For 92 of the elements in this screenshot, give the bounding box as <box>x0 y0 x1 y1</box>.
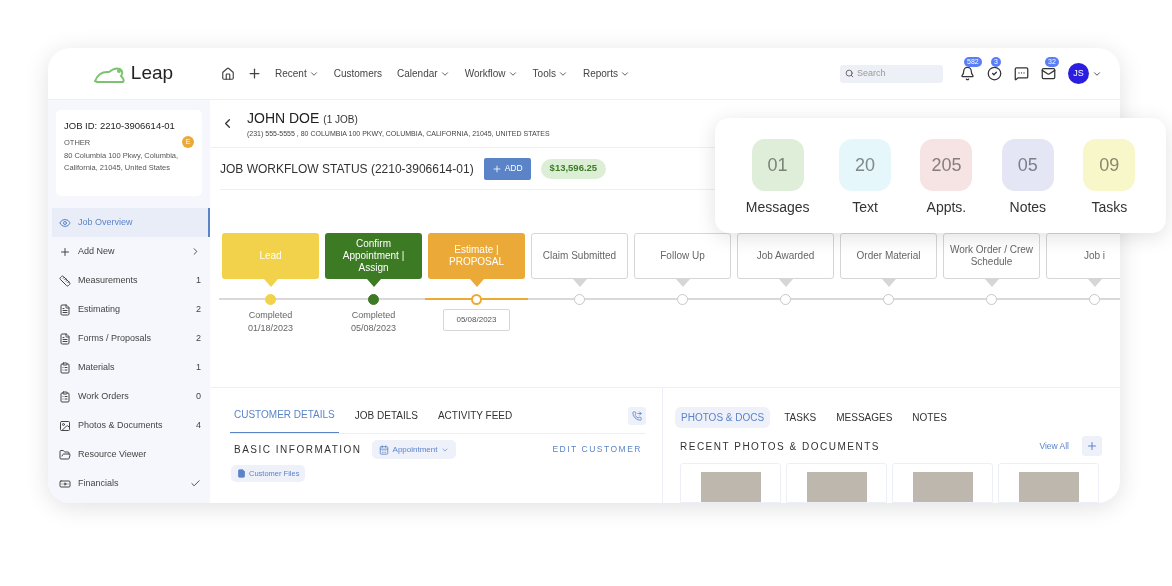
plus-icon <box>59 245 71 258</box>
pointer-icon <box>778 279 793 287</box>
item-count: 1 <box>196 360 201 374</box>
calendar-icon <box>378 444 389 455</box>
pointer-icon <box>366 279 381 287</box>
ruler-icon <box>59 274 71 287</box>
clipboard-icon <box>59 361 71 374</box>
sidebar-item[interactable]: Add New <box>52 237 210 266</box>
appointment-dropdown[interactable]: Appointment <box>371 440 457 459</box>
section-title: RECENT PHOTOS & DOCUMENTS <box>680 439 880 454</box>
stage-date: 05/08/2023 <box>350 321 396 335</box>
amount-badge: $13,596.25 <box>540 158 607 179</box>
pointer-icon <box>263 279 278 287</box>
banknote-icon <box>59 477 71 490</box>
plus-icon <box>1086 440 1098 452</box>
phone-icon <box>632 411 642 421</box>
search-icon <box>845 69 854 78</box>
document-icon <box>59 303 71 316</box>
summary-label: Tasks <box>1091 198 1128 217</box>
tab[interactable]: NOTES <box>906 407 953 428</box>
bell-icon[interactable] <box>960 66 975 81</box>
stage-date: 01/18/2023 <box>247 321 293 335</box>
document-icon <box>59 332 71 345</box>
sidebar-item[interactable]: Materials 1 <box>52 353 210 382</box>
item-count: 2 <box>196 302 201 316</box>
stage-box[interactable]: Follow Up <box>634 233 731 279</box>
tab[interactable]: CUSTOMER DETAILS <box>230 397 339 433</box>
sidebar-item[interactable]: Measurements 1 <box>52 266 210 295</box>
brand-name: Leap <box>130 61 174 86</box>
sidebar-item[interactable]: Estimating 2 <box>52 295 210 324</box>
view-all-link[interactable]: View All <box>1039 439 1069 453</box>
sidebar-item[interactable]: Resource Viewer <box>52 440 210 469</box>
check-icon <box>190 478 201 489</box>
chat-icon[interactable] <box>1014 66 1029 81</box>
sidebar-item[interactable]: Financials <box>52 469 210 498</box>
search-field[interactable]: Search <box>840 64 943 83</box>
nav-menu[interactable]: Calendar <box>397 66 450 81</box>
section-title: BASIC INFORMATION <box>234 443 362 457</box>
image-icon <box>59 419 71 432</box>
edit-customer-link[interactable]: EDIT CUSTOMER <box>552 443 642 456</box>
pointer-icon <box>1087 279 1102 287</box>
nav-menu[interactable]: Workflow <box>464 66 518 81</box>
check-circle-icon[interactable] <box>987 66 1002 81</box>
plus-icon <box>491 163 502 174</box>
home-icon[interactable] <box>221 66 235 81</box>
item-count: 2 <box>196 331 201 345</box>
stage-box[interactable]: Job i <box>1046 233 1120 279</box>
summary-label: Notes <box>1009 198 1047 217</box>
stage-caption: Completed <box>351 308 396 322</box>
date-field[interactable]: 05/08/2023 <box>443 308 510 331</box>
mail-icon[interactable] <box>1041 66 1056 81</box>
pointer-icon <box>469 279 484 287</box>
summary-label: Appts. <box>926 198 967 217</box>
nav-menu[interactable]: Reports <box>582 66 630 81</box>
search-input[interactable]: Search <box>857 66 937 81</box>
pointer-icon <box>572 279 587 287</box>
stage-box[interactable]: Claim Submitted <box>531 233 628 279</box>
stage-box[interactable]: Work Order / Crew Schedule <box>943 233 1040 279</box>
sidebar-item[interactable]: Photos & Documents 4 <box>52 411 210 440</box>
folder-icon <box>59 448 71 461</box>
item-count: 0 <box>196 389 201 403</box>
file-icon <box>237 469 246 478</box>
pointer-icon <box>984 279 999 287</box>
customer-name: JOHN DOE <box>247 108 320 128</box>
sidebar-item[interactable]: Work Orders 0 <box>52 382 210 411</box>
job-count: (1 JOB) <box>323 112 358 127</box>
stage-box[interactable]: Order Material <box>840 233 937 279</box>
add-button[interactable]: ADD <box>483 157 531 180</box>
user-avatar[interactable]: JS <box>1068 63 1089 84</box>
tab[interactable]: MESSAGES <box>830 407 899 428</box>
eye-icon <box>59 216 71 229</box>
sidebar-item[interactable]: Forms / Proposals 2 <box>52 324 210 353</box>
nav-menu[interactable]: Recent <box>275 66 319 81</box>
stage-box[interactable]: Confirm Appointment | Assign <box>325 233 422 279</box>
item-count: 4 <box>196 418 201 432</box>
tab[interactable]: PHOTOS & DOCS <box>675 407 771 428</box>
workflow-title: JOB WORKFLOW STATUS (2210-3906614-01) <box>220 160 474 178</box>
summary-label: Messages <box>745 198 810 217</box>
stage-caption: Completed <box>248 308 293 322</box>
pointer-icon <box>881 279 896 287</box>
summary-label: Text <box>852 198 878 217</box>
tab[interactable]: JOB DETAILS <box>350 397 422 433</box>
pointer-icon <box>675 279 690 287</box>
stage-box[interactable]: Job Awarded <box>737 233 834 279</box>
job-id: JOB ID: 2210-3906614-01 <box>64 119 176 133</box>
tab[interactable]: ACTIVITY FEED <box>433 397 517 433</box>
nav-menu[interactable]: Tools <box>532 66 568 81</box>
clipboard-icon <box>59 390 71 403</box>
nav-menu[interactable]: Customers <box>333 66 383 81</box>
tab[interactable]: TASKS <box>778 407 823 428</box>
item-count: 1 <box>196 273 201 287</box>
plus-icon[interactable] <box>247 66 262 81</box>
